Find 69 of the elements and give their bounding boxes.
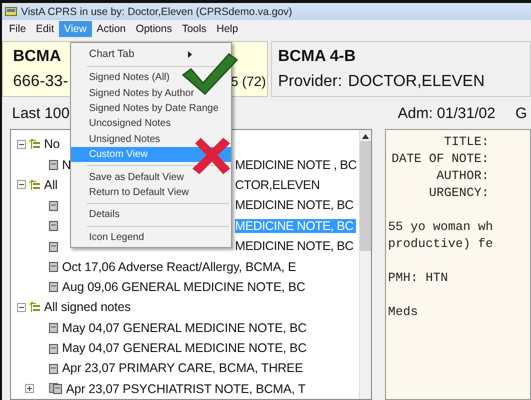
location-panel[interactable]: BCMA 4-B Provider: DOCTOR,ELEVEN	[271, 41, 531, 97]
note-group-icon	[29, 178, 41, 191]
document-icon	[49, 322, 59, 334]
note-group-icon	[29, 138, 41, 150]
menu-item[interactable]: Help	[211, 20, 244, 36]
note-title[interactable]: Aug 09,06 GENERAL MEDICINE NOTE, BC	[62, 280, 306, 294]
note-title[interactable]: MEDICINE NOTE, BC	[235, 198, 356, 212]
tree-group-label[interactable]: No	[44, 137, 60, 152]
scrollbar[interactable]	[358, 130, 371, 399]
menu-entry[interactable]: Signed Notes by Date Range	[71, 100, 221, 116]
note-group-icon	[29, 301, 41, 314]
menu-entry[interactable]: Uncosigned Notes	[71, 116, 173, 132]
note-text-line: productive) fe	[388, 237, 494, 251]
menu-entry[interactable]: Signed Notes (All)	[71, 70, 172, 86]
document-icon	[49, 342, 59, 354]
document-icon	[49, 159, 59, 170]
note-title[interactable]: May 04,07 GENERAL MEDICINE NOTE, BC	[62, 320, 307, 335]
notes-heading: Last 100	[12, 104, 70, 122]
window-title: VistA CPRS in use by: Doctor,Eleven (CPRSdemo.va.gov)	[21, 6, 292, 18]
document-icon	[49, 240, 59, 252]
menu-item[interactable]: Edit	[30, 20, 60, 36]
ward-name: BCMA 4-B	[278, 48, 356, 64]
note-title[interactable]: Oct 17,06 Adverse React/Allergy, BCMA, E	[62, 260, 296, 274]
document-stack-icon	[49, 383, 63, 394]
note-text-line: PMH: HTN	[388, 271, 448, 285]
menu-entry[interactable]: Chart Tab	[71, 45, 194, 63]
document-icon	[49, 261, 59, 272]
note-field-label: AUTHOR:	[436, 169, 489, 183]
app-icon	[5, 6, 17, 17]
scroll-up-icon[interactable]	[362, 134, 369, 139]
tree-group-label[interactable]: All	[44, 178, 58, 192]
note-field-label: URGENCY:	[428, 186, 489, 200]
tree-group-label[interactable]: All signed notes	[44, 300, 131, 314]
collapse-icon[interactable]	[17, 302, 26, 312]
admission-date: Adm: 01/31/02	[398, 104, 496, 122]
note-field-label: TITLE:	[444, 135, 489, 149]
menu-entry[interactable]: Icon Legend	[71, 230, 146, 245]
note-text-line: Meds	[388, 305, 418, 319]
note-field-label: DATE OF NOTE:	[391, 152, 489, 166]
document-icon	[49, 200, 59, 211]
note-text-line: 55 yo woman wh	[388, 220, 494, 234]
submenu-caret-icon	[188, 50, 192, 58]
document-icon	[49, 281, 59, 292]
note-title[interactable]: MEDICINE NOTE , BC	[235, 158, 359, 172]
menu-entry[interactable]: Return to Default View	[71, 184, 191, 200]
admission-info: G	[515, 104, 527, 122]
menu-item[interactable]: Tools	[176, 20, 212, 36]
note-title[interactable]: MEDICINE NOTE, BC	[235, 239, 356, 254]
menu-entry[interactable]: Signed Notes by Author	[71, 85, 196, 101]
collapse-icon[interactable]	[17, 140, 26, 149]
document-icon	[49, 362, 59, 374]
tree-row-text[interactable]: CTOR,ELEVEN	[235, 178, 322, 192]
provider-label: Provider:	[278, 72, 342, 90]
menu-item[interactable]: Action	[92, 20, 131, 36]
menu-item[interactable]: File	[4, 20, 31, 36]
expand-icon[interactable]	[25, 384, 34, 394]
note-title[interactable]: May 04,07 GENERAL MEDICINE NOTE, BC	[62, 341, 307, 356]
collapse-icon[interactable]	[17, 180, 26, 190]
menu-entry[interactable]: Save as Default View	[71, 169, 186, 185]
note-title[interactable]: Apr 23,07 PRIMARY CARE, BCMA, THREE	[62, 361, 304, 376]
provider-name: DOCTOR,ELEVEN	[348, 72, 485, 90]
note-title[interactable]: Apr 23,07 PSYCHIATRIST NOTE, BCMA, T	[66, 382, 306, 396]
patient-ssn: 666-33-	[13, 72, 68, 90]
menu-entry[interactable]: Unsigned Notes	[71, 132, 162, 147]
patient-name: BCMA	[13, 48, 61, 66]
menu-entry[interactable]: Details	[71, 207, 122, 223]
menu-item[interactable]: Options	[130, 20, 177, 36]
note-title[interactable]: N	[62, 158, 71, 172]
document-icon	[49, 220, 59, 232]
